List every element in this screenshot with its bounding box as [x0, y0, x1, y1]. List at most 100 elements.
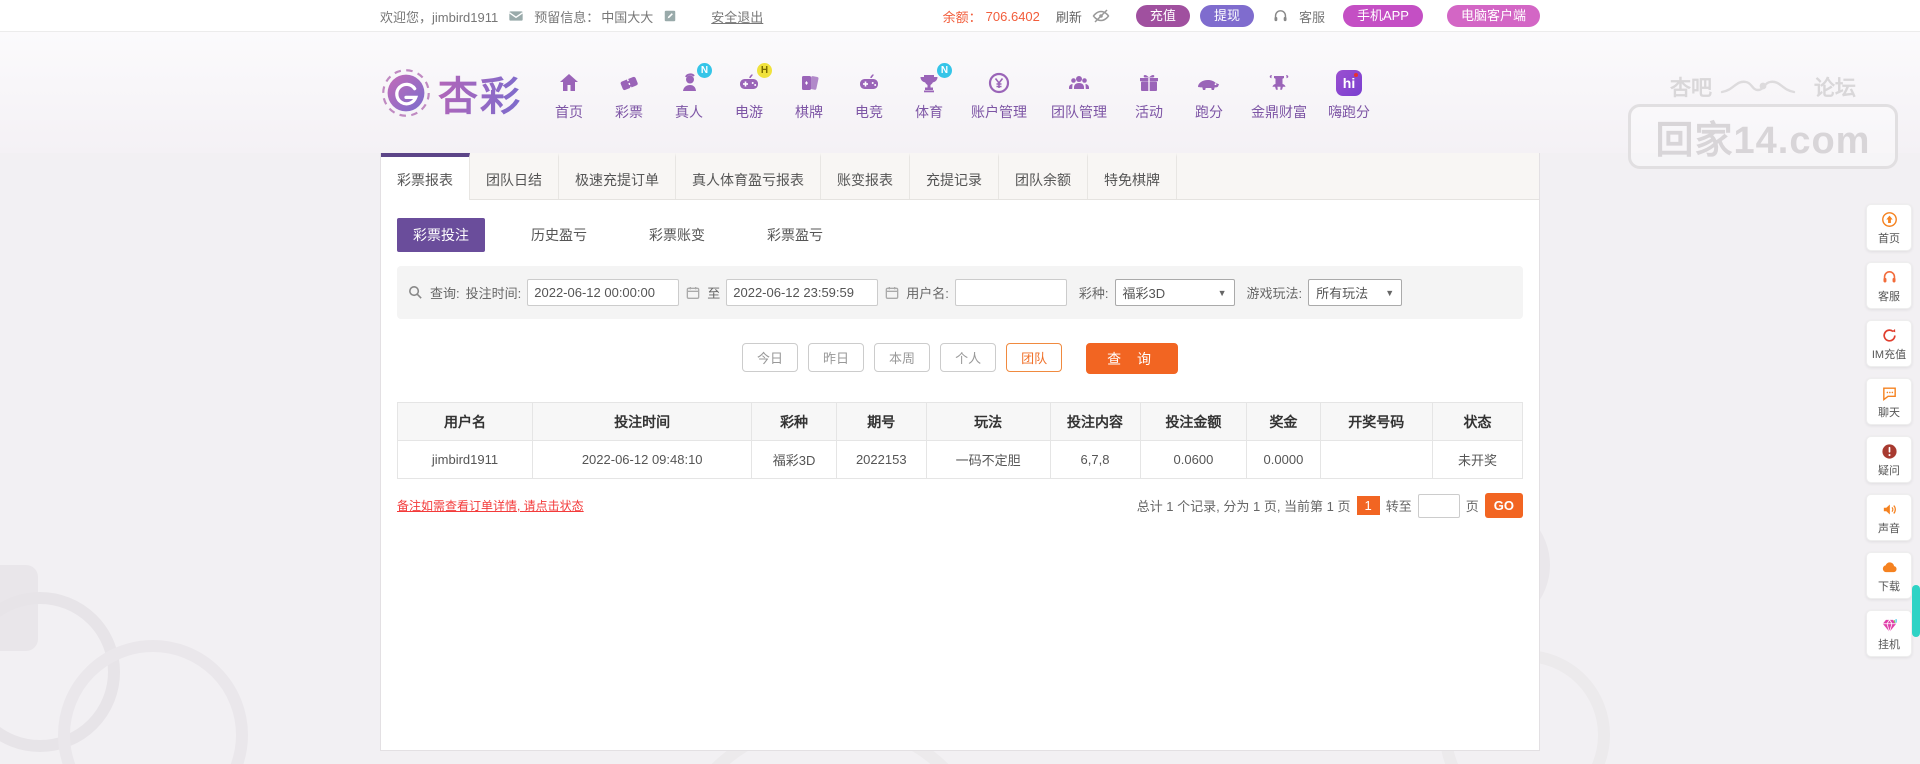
- home-icon: [540, 67, 598, 99]
- top-icon: [1867, 210, 1911, 228]
- nav-item-hipaofen[interactable]: hi 嗨跑分: [1320, 63, 1378, 122]
- subtab-history-pl[interactable]: 历史盈亏: [515, 218, 603, 252]
- play-type-select[interactable]: 所有玩法 ▼: [1308, 279, 1403, 306]
- tripod-icon: [1240, 67, 1318, 99]
- lottery-type-select[interactable]: 福彩3D ▼: [1114, 279, 1235, 306]
- page-unit-label: 页: [1465, 499, 1479, 514]
- sidebar-item-home[interactable]: 首页: [1866, 204, 1912, 251]
- watermark-domain: 回家14.com: [1628, 104, 1898, 169]
- coin-icon: [960, 67, 1038, 99]
- tab-live-sports-pl[interactable]: 真人体育盈亏报表: [676, 153, 821, 199]
- sidebar-item-chat[interactable]: 聊天: [1866, 378, 1912, 425]
- service-link[interactable]: 客服: [1299, 7, 1325, 26]
- download-icon: [1867, 558, 1911, 576]
- tab-fast-orders[interactable]: 极速充提订单: [559, 153, 676, 199]
- nav-item-egames[interactable]: H 电游: [720, 63, 778, 122]
- tab-special-cards[interactable]: 特免棋牌: [1088, 153, 1177, 199]
- flourish-icon: [1720, 80, 1796, 94]
- report-panel: 彩票报表 团队日结 极速充提订单 真人体育盈亏报表 账变报表 充提记录 团队余额…: [380, 153, 1540, 751]
- team-button[interactable]: 团队: [1006, 343, 1063, 372]
- site-watermark: 杏吧 论坛 回家14.com: [1628, 72, 1898, 169]
- withdraw-button[interactable]: 提现: [1199, 5, 1254, 27]
- this-week-button[interactable]: 本周: [874, 343, 931, 372]
- logo-emblem-icon: [380, 67, 432, 119]
- sidebar-item-question[interactable]: 疑问: [1866, 436, 1912, 483]
- new-badge: N: [697, 63, 712, 78]
- nav-item-jinding[interactable]: 金鼎财富: [1240, 63, 1318, 122]
- yesterday-button[interactable]: 昨日: [808, 343, 865, 372]
- search-icon: [407, 284, 424, 301]
- sidebar-item-sound[interactable]: 声音: [1866, 494, 1912, 541]
- nav-item-promo[interactable]: 活动: [1120, 63, 1178, 122]
- col-lottery: 彩种: [751, 402, 837, 441]
- nav-item-home[interactable]: 首页: [540, 63, 598, 122]
- question-icon: [1867, 442, 1911, 460]
- col-prize: 奖金: [1246, 402, 1321, 441]
- nav-item-live[interactable]: N 真人: [660, 63, 718, 122]
- to-label: 至: [707, 286, 721, 301]
- nav-item-lottery[interactable]: 彩票: [600, 63, 658, 122]
- headset-icon: [1867, 268, 1911, 286]
- cell-issue: 2022153: [835, 440, 927, 479]
- nav-item-sports[interactable]: N 体育: [900, 63, 958, 122]
- chat-icon: [1867, 384, 1911, 402]
- personal-button[interactable]: 个人: [940, 343, 997, 372]
- eye-off-icon[interactable]: [1092, 7, 1110, 25]
- sidebar-item-download[interactable]: 下载: [1866, 552, 1912, 599]
- tab-lottery-report[interactable]: 彩票报表: [381, 153, 470, 200]
- tab-team-balance[interactable]: 团队余额: [999, 153, 1088, 199]
- calendar-icon[interactable]: [685, 285, 701, 301]
- col-draw-number: 开奖号码: [1319, 402, 1433, 441]
- cell-play: 一码不定胆: [925, 440, 1051, 479]
- current-page-badge[interactable]: 1: [1356, 496, 1380, 515]
- mobile-app-button[interactable]: 手机APP: [1342, 5, 1423, 27]
- goto-page-input[interactable]: [1417, 493, 1460, 518]
- subtab-lottery-change[interactable]: 彩票账变: [633, 218, 721, 252]
- subtab-lottery-bets[interactable]: 彩票投注: [397, 218, 485, 252]
- col-bet-amount: 投注金额: [1139, 402, 1248, 441]
- go-button[interactable]: GO: [1484, 493, 1523, 518]
- reserved-info-label: 预留信息：: [534, 9, 600, 25]
- scrollbar-thumb[interactable]: [1912, 585, 1920, 637]
- mail-icon[interactable]: [508, 8, 524, 24]
- col-issue: 期号: [835, 402, 927, 441]
- bet-time-from-input[interactable]: [527, 279, 680, 306]
- pc-client-button[interactable]: 电脑客户端: [1446, 5, 1540, 27]
- nav-item-boardcards[interactable]: 棋牌: [780, 63, 838, 122]
- today-button[interactable]: 今日: [742, 343, 799, 372]
- tab-account-change[interactable]: 账变报表: [821, 153, 910, 199]
- username-input[interactable]: [954, 279, 1067, 306]
- logout-link[interactable]: 安全退出: [711, 7, 763, 26]
- cell-status[interactable]: 未开奖: [1432, 440, 1523, 479]
- table-footer: 备注如需查看订单详情, 请点击状态 总计 1 个记录, 分为 1 页, 当前第 …: [397, 493, 1523, 518]
- welcome-text: 欢迎您，jimbird1911: [380, 9, 499, 25]
- refresh-link[interactable]: 刷新: [1056, 7, 1082, 26]
- subtab-lottery-pl[interactable]: 彩票盈亏: [751, 218, 839, 252]
- nav-item-team[interactable]: 团队管理: [1040, 63, 1118, 122]
- recharge-button[interactable]: 充值: [1135, 5, 1190, 27]
- tab-team-daily[interactable]: 团队日结: [470, 153, 559, 199]
- sidebar-item-idle[interactable]: 挂机: [1866, 610, 1912, 657]
- pagination: 总计 1 个记录, 分为 1 页, 当前第 1 页 1 转至 页 GO: [1137, 493, 1523, 518]
- site-logo[interactable]: 杏彩: [380, 64, 522, 122]
- bet-time-to-input[interactable]: [726, 279, 879, 306]
- tab-deposit-records[interactable]: 充提记录: [910, 153, 999, 199]
- edit-icon[interactable]: [663, 9, 677, 23]
- pagination-summary: 总计 1 个记录, 分为 1 页, 当前第 1 页: [1136, 499, 1351, 514]
- watermark-left: 杏吧: [1670, 77, 1712, 100]
- nav-item-account[interactable]: 账户管理: [960, 63, 1038, 122]
- table-header-row: 用户名 投注时间 彩种 期号 玩法 投注内容 投注金额 奖金 开奖号码 状态: [397, 402, 1523, 441]
- col-bet-content: 投注内容: [1049, 402, 1141, 441]
- col-bet-time: 投注时间: [531, 402, 753, 441]
- calendar-icon[interactable]: [884, 285, 900, 301]
- reserved-info-value: 中国大大: [601, 9, 654, 25]
- col-username: 用户名: [397, 402, 533, 441]
- sidebar-item-im-recharge[interactable]: IM充值: [1866, 320, 1912, 367]
- cards-icon: [780, 67, 838, 99]
- nav-item-paofen[interactable]: 跑分: [1180, 63, 1238, 122]
- search-button[interactable]: 查 询: [1086, 343, 1178, 374]
- hi-app-icon: hi: [1320, 67, 1378, 99]
- nav-item-esports[interactable]: 电竞: [840, 63, 898, 122]
- sidebar-item-service[interactable]: 客服: [1866, 262, 1912, 309]
- cell-prize: 0.0000: [1246, 440, 1321, 479]
